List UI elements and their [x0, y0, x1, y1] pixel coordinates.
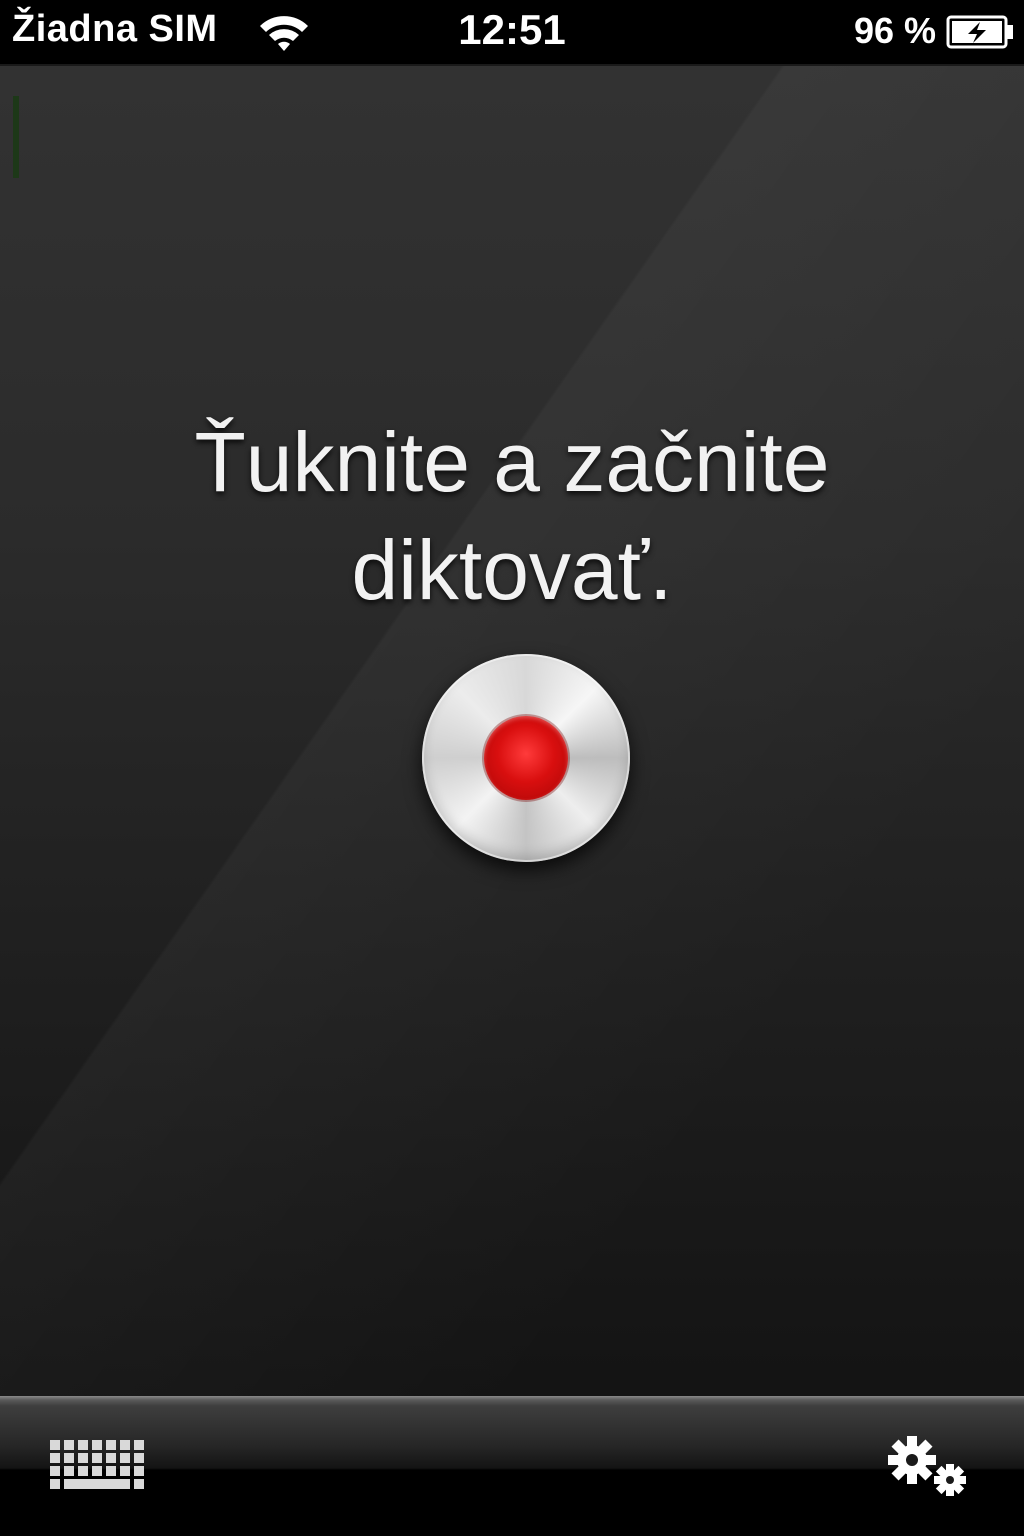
status-bar: Žiadna SIM 12:51 96 % [0, 0, 1024, 66]
record-icon [484, 716, 568, 800]
dictation-screen: Žiadna SIM 12:51 96 % Ťuknite a začnite … [0, 0, 1024, 1536]
prompt-line-1: Ťuknite a začnite [194, 415, 830, 509]
text-cursor [13, 96, 19, 178]
record-button[interactable] [422, 654, 630, 862]
battery-percent: 96 % [853, 10, 936, 51]
bottom-toolbar [0, 1396, 1024, 1536]
dictation-prompt: Ťuknite a začnite diktovať. [0, 408, 1024, 624]
gears-icon[interactable] [882, 1432, 974, 1502]
prompt-line-2: diktovať. [351, 523, 673, 617]
keyboard-icon[interactable] [48, 1438, 148, 1490]
battery-charging-icon [946, 15, 1013, 49]
